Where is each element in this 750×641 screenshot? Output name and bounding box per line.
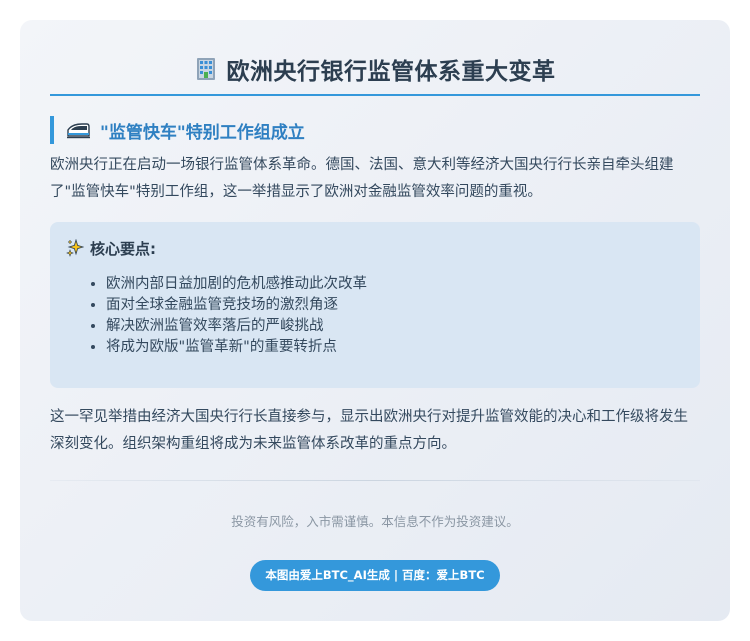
key-points-title: 核心要点: <box>90 239 156 258</box>
list-item: 解决欧洲监管效率落后的严峻挑战 <box>106 316 684 337</box>
list-item: 面对全球金融监管竞技场的激烈角逐 <box>106 295 684 316</box>
key-points-heading: 核心要点: <box>66 236 684 260</box>
page-title: 欧洲央行银行监管体系重大变革 <box>226 59 556 85</box>
sparkles-icon <box>66 238 85 257</box>
badge-wrapper: 本图由爱上BTC_AI生成 | 百度：爱上BTC <box>50 560 700 591</box>
office-building-icon <box>195 57 217 81</box>
source-badge: 本图由爱上BTC_AI生成 | 百度：爱上BTC <box>250 560 500 591</box>
title-divider <box>50 94 700 96</box>
bullet-train-icon <box>66 121 90 139</box>
key-points-box: 核心要点: 欧洲内部日益加剧的危机感推动此次改革 面对全球金融监管竞技场的激烈角… <box>50 222 700 388</box>
conclusion-paragraph: 这一罕见举措由经济大国央行行长直接参与，显示出欧洲央行对提升监管效能的决心和工作… <box>50 409 688 452</box>
list-item: 将成为欧版"监管革新"的重要转折点 <box>106 337 684 358</box>
footer-divider <box>50 480 700 481</box>
intro-paragraph: 欧洲央行正在启动一场银行监管体系革命。德国、法国、意大利等经济大国央行行长亲自牵… <box>50 157 674 200</box>
risk-disclaimer: 投资有风险，入市需谨慎。本信息不作为投资建议。 <box>231 514 519 529</box>
list-item: 欧洲内部日益加剧的危机感推动此次改革 <box>106 274 684 295</box>
article-card: 欧洲央行银行监管体系重大变革 "监管快车"特别工作组成立 欧洲央行正在启动一场银… <box>20 20 730 621</box>
key-points-list: 欧洲内部日益加剧的危机感推动此次改革 面对全球金融监管竞技场的激烈角逐 解决欧洲… <box>66 274 684 358</box>
section-heading: "监管快车"特别工作组成立 <box>50 116 700 144</box>
section-title: "监管快车"特别工作组成立 <box>100 122 305 143</box>
title-row: 欧洲央行银行监管体系重大变革 <box>50 52 700 86</box>
